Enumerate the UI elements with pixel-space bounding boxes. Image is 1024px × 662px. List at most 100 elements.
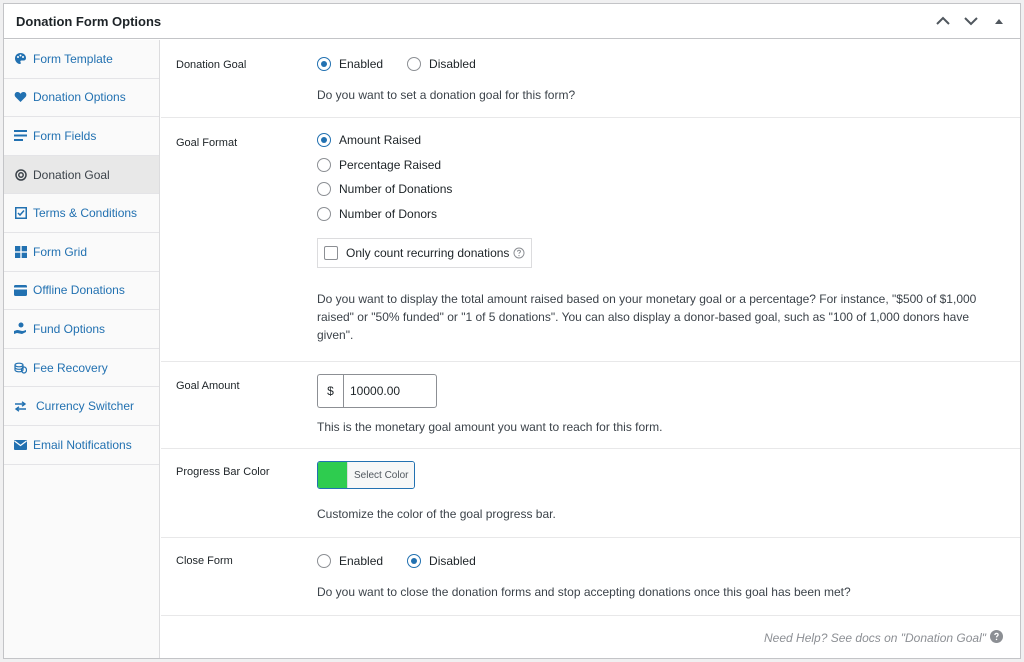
progress-bar-color-row: Progress Bar Color Select Color Customiz…: [161, 449, 1020, 538]
question-icon[interactable]: [513, 247, 525, 259]
help-docs-link[interactable]: Need Help? See docs on "Donation Goal": [764, 630, 1003, 646]
close-form-description: Do you want to close the donation forms …: [317, 585, 851, 599]
donation-goal-label: Donation Goal: [176, 59, 247, 71]
goal-amount-input[interactable]: [343, 374, 437, 408]
goal-format-percentage-raised-radio[interactable]: [317, 157, 331, 172]
sidebar-item-form-grid[interactable]: Form Grid: [4, 233, 159, 272]
goal-format-percentage-raised-option[interactable]: Percentage Raised: [317, 153, 1000, 178]
sidebar-item-email-notifications[interactable]: Email Notifications: [4, 426, 159, 465]
sidebar-item-label: Form Fields: [33, 128, 97, 143]
donation-goal-enabled-radio[interactable]: [317, 57, 331, 71]
target-icon: [14, 168, 27, 181]
sidebar-item-label: Donation Options: [33, 90, 126, 105]
sidebar-item-fund-options[interactable]: Fund Options: [4, 310, 159, 349]
hand-coin-icon: [14, 322, 27, 335]
checkbox-label: Only count recurring donations: [346, 246, 510, 260]
sidebar-item-label: Fund Options: [33, 321, 106, 336]
sidebar-item-terms-conditions[interactable]: Terms & Conditions: [4, 194, 159, 233]
move-down-button[interactable]: [962, 12, 980, 30]
sidebar-item-fee-recovery[interactable]: Fee Recovery: [4, 349, 159, 388]
coins-icon: [14, 361, 27, 374]
only-count-recurring-option[interactable]: Only count recurring donations: [317, 238, 533, 268]
donation-goal-disabled-option[interactable]: Disabled: [407, 57, 476, 71]
sidebar-item-label: Terms & Conditions: [33, 206, 138, 221]
goal-format-amount-raised-radio[interactable]: [317, 133, 331, 148]
goal-format-row: Goal Format Amount Raised Percentage Rai…: [161, 118, 1020, 362]
currency-symbol: $: [317, 374, 343, 408]
goal-format-number-of-donations-option[interactable]: Number of Donations: [317, 177, 1000, 202]
close-form-disabled-option[interactable]: Disabled: [407, 554, 476, 568]
sidebar-item-label: Offline Donations: [33, 283, 125, 298]
close-form-fields: Enabled Disabled Do you want to close th…: [317, 549, 1000, 601]
progress-bar-color-fields: Select Color Customize the color of the …: [317, 461, 1000, 523]
panel-header: Donation Form Options: [4, 4, 1020, 39]
option-label: Number of Donors: [339, 206, 438, 221]
sidebar-item-label: Fee Recovery: [33, 360, 108, 375]
caret-up-icon: [995, 19, 1003, 24]
arrows-icon: [14, 400, 27, 413]
move-up-button[interactable]: [934, 12, 952, 30]
chevron-up-icon: [936, 16, 950, 25]
grid-icon: [14, 245, 27, 258]
envelope-icon: [14, 438, 27, 451]
progress-bar-color-label: Progress Bar Color: [176, 466, 270, 478]
close-form-radio-group: Enabled Disabled: [317, 549, 1000, 573]
select-color-label: Select Color: [347, 462, 415, 488]
donation-goal-enabled-option[interactable]: Enabled: [317, 57, 383, 71]
option-label: Enabled: [339, 554, 384, 568]
goal-amount-input-group: $: [317, 374, 1000, 408]
goal-format-fields: Amount Raised Percentage Raised Number o…: [317, 128, 1000, 344]
donation-goal-description: Do you want to set a donation goal for t…: [317, 88, 576, 102]
sidebar-item-label: Donation Goal: [33, 167, 110, 182]
sidebar-item-offline-donations[interactable]: Offline Donations: [4, 272, 159, 311]
option-label: Disabled: [429, 554, 476, 568]
goal-amount-fields: $ This is the monetary goal amount you w…: [317, 374, 1000, 436]
close-form-disabled-radio[interactable]: [407, 554, 422, 568]
only-count-recurring-checkbox[interactable]: [324, 246, 338, 260]
sidebar-item-label: Email Notifications: [33, 437, 132, 452]
goal-amount-label: Goal Amount: [176, 380, 240, 392]
recurring-checkbox-wrapper: Only count recurring donations: [317, 238, 1000, 268]
sidebar-item-label: Currency Switcher: [36, 399, 135, 414]
goal-format-number-of-donors-radio[interactable]: [317, 206, 331, 221]
close-form-enabled-option[interactable]: Enabled: [317, 554, 383, 568]
color-picker-button[interactable]: Select Color: [317, 461, 416, 489]
donation-form-options-panel: Donation Form Options Form Template Dona…: [3, 3, 1021, 659]
goal-amount-description: This is the monetary goal amount you wan…: [317, 420, 663, 434]
color-swatch[interactable]: [318, 462, 347, 488]
heart-icon: [14, 91, 27, 104]
donation-goal-settings: Donation Goal Enabled Disabled Do you wa…: [161, 40, 1020, 658]
goal-format-label: Goal Format: [176, 137, 238, 149]
option-label: Amount Raised: [339, 133, 422, 148]
donation-goal-disabled-radio[interactable]: [407, 57, 422, 71]
donation-goal-row: Donation Goal Enabled Disabled Do you wa…: [161, 40, 1020, 118]
sidebar-item-form-fields[interactable]: Form Fields: [4, 117, 159, 156]
goal-amount-row: Goal Amount $ This is the monetary goal …: [161, 362, 1020, 449]
close-form-label: Close Form: [176, 555, 233, 567]
sidebar-item-label: Form Grid: [33, 244, 87, 259]
donation-goal-fields: Enabled Disabled Do you want to set a do…: [317, 52, 1000, 104]
sidebar-item-form-template[interactable]: Form Template: [4, 40, 159, 79]
palette-icon: [14, 52, 27, 65]
sidebar-item-donation-options[interactable]: Donation Options: [4, 79, 159, 118]
panel-body: Form Template Donation Options Form Fiel…: [4, 40, 1020, 658]
close-form-enabled-radio[interactable]: [317, 554, 331, 568]
goal-format-description: Do you want to display the total amount …: [317, 292, 977, 342]
option-label: Number of Donations: [339, 182, 453, 197]
help-circle-icon: [990, 630, 1003, 646]
sidebar-item-donation-goal[interactable]: Donation Goal: [4, 155, 159, 195]
goal-format-number-of-donors-option[interactable]: Number of Donors: [317, 202, 1000, 227]
checkbox-icon: [14, 207, 27, 220]
options-sidebar: Form Template Donation Options Form Fiel…: [4, 40, 160, 658]
progress-bar-color-description: Customize the color of the goal progress…: [317, 507, 556, 521]
list-icon: [14, 129, 27, 142]
panel-header-controls: [934, 12, 1008, 30]
goal-format-amount-raised-option[interactable]: Amount Raised: [317, 128, 1000, 153]
toggle-panel-button[interactable]: [990, 12, 1008, 30]
panel-title: Donation Form Options: [16, 13, 162, 29]
sidebar-item-currency-switcher[interactable]: Currency Switcher: [4, 387, 159, 426]
chevron-down-icon: [964, 17, 978, 26]
sidebar-item-label: Form Template: [33, 51, 113, 66]
option-label: Percentage Raised: [339, 157, 442, 172]
goal-format-number-of-donations-radio[interactable]: [317, 182, 331, 197]
